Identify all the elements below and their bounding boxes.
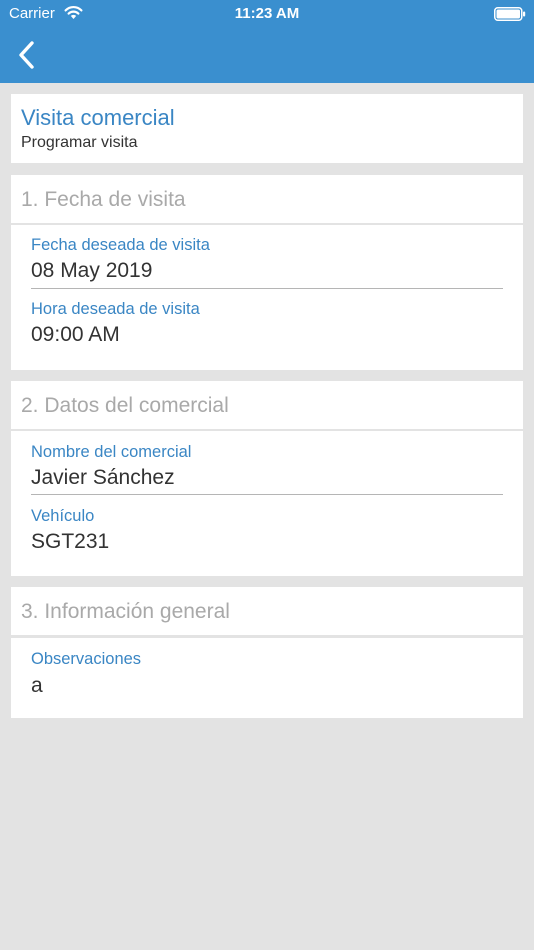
section-header-informacion: 3. Información general <box>11 587 523 635</box>
date-field[interactable]: 08 May 2019 <box>31 259 152 283</box>
section-header-fecha: 1. Fecha de visita <box>11 175 523 223</box>
field-label: Hora deseada de visita <box>31 300 200 318</box>
navigation-bar: Carrier 11:23 AM <box>0 0 534 83</box>
section-title: 3. Información general <box>21 600 230 623</box>
time-field[interactable]: 09:00 AM <box>31 323 120 347</box>
header-card: Visita comercial Programar visita <box>11 94 523 163</box>
field-label: Observaciones <box>31 650 142 668</box>
battery-icon <box>494 7 526 21</box>
section-title: 2. Datos del comercial <box>21 394 229 417</box>
field-divider <box>31 288 503 289</box>
field-label: Vehículo <box>31 507 95 525</box>
vehicle-field[interactable]: SGT231 <box>31 530 109 554</box>
section-body-comercial: Nombre del comercial Javier Sánchez Vehí… <box>11 431 523 576</box>
status-bar: Carrier 11:23 AM <box>0 0 534 28</box>
section-body-fecha: Fecha deseada de visita 08 May 2019 Hora… <box>11 225 523 370</box>
section-title: 1. Fecha de visita <box>21 188 186 211</box>
status-time: 11:23 AM <box>234 5 300 22</box>
page-subtitle: Programar visita <box>21 134 138 151</box>
back-button[interactable] <box>12 38 40 72</box>
section-body-informacion: Observaciones a <box>11 638 523 718</box>
salesperson-name-field[interactable]: Javier Sánchez <box>31 466 175 490</box>
chevron-left-icon <box>19 41 34 69</box>
section-header-comercial: 2. Datos del comercial <box>11 381 523 429</box>
field-label: Nombre del comercial <box>31 443 192 461</box>
field-label: Fecha deseada de visita <box>31 236 210 254</box>
observations-field[interactable]: a <box>31 674 43 698</box>
page-title: Visita comercial <box>21 105 175 130</box>
field-divider <box>31 494 503 495</box>
